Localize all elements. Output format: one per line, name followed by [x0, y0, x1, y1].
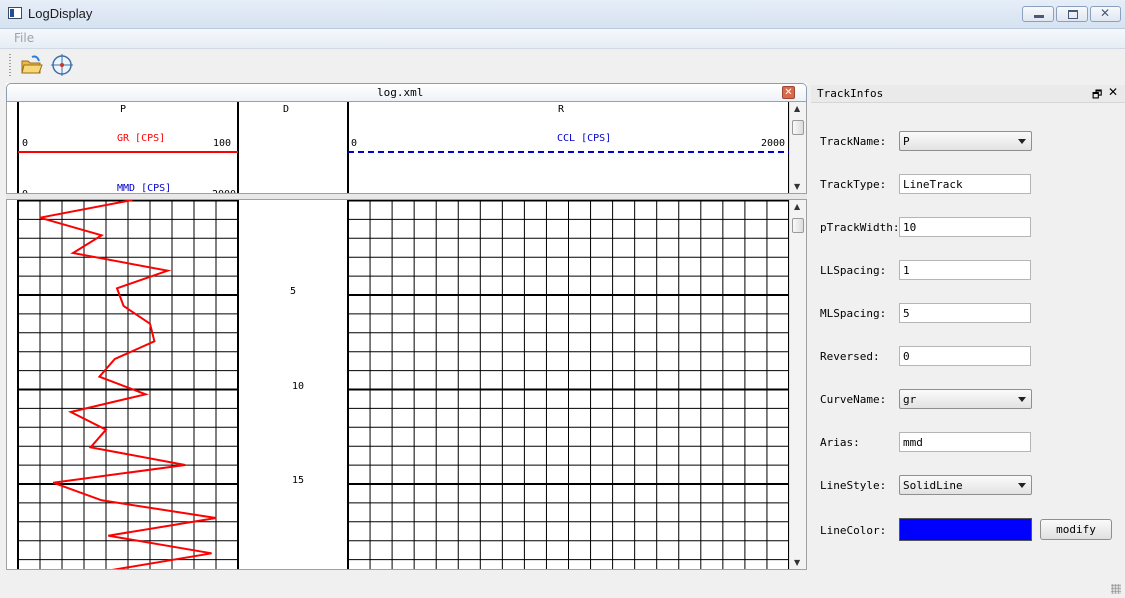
toolbar-grip[interactable]	[9, 54, 11, 76]
curve-max-ccl: 2000	[761, 138, 785, 149]
app-icon	[8, 7, 22, 19]
grid-track-p	[18, 200, 238, 569]
chevron-down-icon	[1018, 397, 1026, 402]
track-name-combo[interactable]: P	[899, 131, 1032, 151]
ml-spacing-input[interactable]: 5	[899, 303, 1031, 323]
curve-max-gr: 100	[213, 138, 231, 149]
depth-label: 15	[292, 475, 304, 486]
crosshair-button[interactable]	[50, 53, 76, 77]
track-header-svg: P D R GR [CPS] 0 100 MMD [CPS] 0 2000 CC…	[17, 102, 790, 194]
line-color-swatch[interactable]	[899, 518, 1032, 541]
arias-input[interactable]: mmd	[899, 432, 1031, 452]
label-curve-name: CurveName:	[820, 393, 887, 406]
curve-min-gr: 0	[22, 138, 28, 149]
label-line-color: LineColor:	[820, 524, 887, 537]
reversed-input[interactable]: 0	[899, 346, 1031, 366]
track-name-value: P	[903, 135, 910, 148]
scroll-down-icon[interactable]: ▼	[794, 182, 800, 191]
folder-open-icon	[21, 55, 43, 74]
depth-label: 10	[292, 381, 304, 392]
toolbar	[0, 49, 1125, 81]
dock-title: TrackInfos	[817, 87, 884, 100]
title-bar: LogDisplay	[0, 0, 1125, 29]
close-tab-icon[interactable]: ✕	[782, 86, 795, 99]
float-dock-icon[interactable]: 🗗	[1092, 86, 1102, 105]
size-grip[interactable]	[1111, 584, 1121, 594]
document-area: log.xml ✕ P D R GR [CPS] 0 100 MMD [CPS]…	[6, 83, 807, 570]
scroll-thumb[interactable]	[792, 218, 804, 233]
menu-bar: File	[0, 29, 1125, 49]
close-window-button[interactable]	[1090, 6, 1121, 22]
track-width-input[interactable]: 10	[899, 217, 1031, 237]
track-name-p: P	[120, 104, 126, 115]
ll-spacing-input[interactable]: 1	[899, 260, 1031, 280]
label-line-style: LineStyle:	[820, 479, 887, 492]
label-arias: Arias:	[820, 436, 860, 449]
track-body-panel: 5 10 15 ▲ ▼	[6, 199, 807, 570]
track-name-r: R	[558, 104, 565, 115]
tab-label: log.xml	[377, 86, 424, 99]
open-file-button[interactable]	[19, 53, 45, 77]
scroll-down-icon[interactable]: ▼	[794, 558, 800, 567]
minimize-button[interactable]	[1022, 6, 1054, 22]
chevron-down-icon	[1018, 483, 1026, 488]
maximize-button[interactable]	[1056, 6, 1088, 22]
curve-name-mmd: MMD [CPS]	[117, 183, 171, 194]
label-track-width: pTrackWidth:	[820, 221, 900, 234]
curve-name-combo[interactable]: gr	[899, 389, 1032, 409]
curve-min-ccl: 0	[351, 138, 357, 149]
body-scrollbar[interactable]: ▲ ▼	[789, 200, 806, 569]
track-infos-dock: TrackInfos 🗗 ✕ TrackName: P TrackType: L…	[811, 83, 1125, 570]
chevron-down-icon	[1018, 139, 1026, 144]
line-style-value: SolidLine	[903, 479, 963, 492]
label-ml-spacing: MLSpacing:	[820, 307, 887, 320]
dock-title-bar: TrackInfos 🗗 ✕	[811, 85, 1125, 103]
label-track-name: TrackName:	[820, 135, 887, 148]
curve-name-gr: GR [CPS]	[117, 133, 165, 144]
grid-track-r	[348, 200, 789, 569]
label-reversed: Reversed:	[820, 350, 880, 363]
label-ll-spacing: LLSpacing:	[820, 264, 887, 277]
modify-button[interactable]: modify	[1040, 519, 1112, 540]
tab-log-xml[interactable]: log.xml ✕	[6, 83, 807, 101]
menu-file[interactable]: File	[14, 31, 34, 45]
track-type-input[interactable]: LineTrack	[899, 174, 1031, 194]
track-body-svg: 5 10 15	[17, 200, 790, 569]
depth-label: 5	[290, 286, 296, 297]
scroll-up-icon[interactable]: ▲	[794, 104, 800, 113]
curve-name-value: gr	[903, 393, 917, 406]
track-header-panel: P D R GR [CPS] 0 100 MMD [CPS] 0 2000 CC…	[6, 101, 807, 194]
scroll-thumb[interactable]	[792, 120, 804, 135]
label-track-type: TrackType:	[820, 178, 887, 191]
crosshair-icon	[51, 54, 73, 76]
window-title: LogDisplay	[28, 6, 93, 21]
header-scrollbar[interactable]: ▲ ▼	[789, 102, 806, 193]
scroll-up-icon[interactable]: ▲	[794, 202, 800, 211]
close-dock-icon[interactable]: ✕	[1108, 85, 1118, 99]
track-name-d: D	[283, 104, 289, 115]
status-bar	[0, 572, 1125, 598]
line-style-combo[interactable]: SolidLine	[899, 475, 1032, 495]
curve-name-ccl: CCL [CPS]	[557, 133, 611, 144]
